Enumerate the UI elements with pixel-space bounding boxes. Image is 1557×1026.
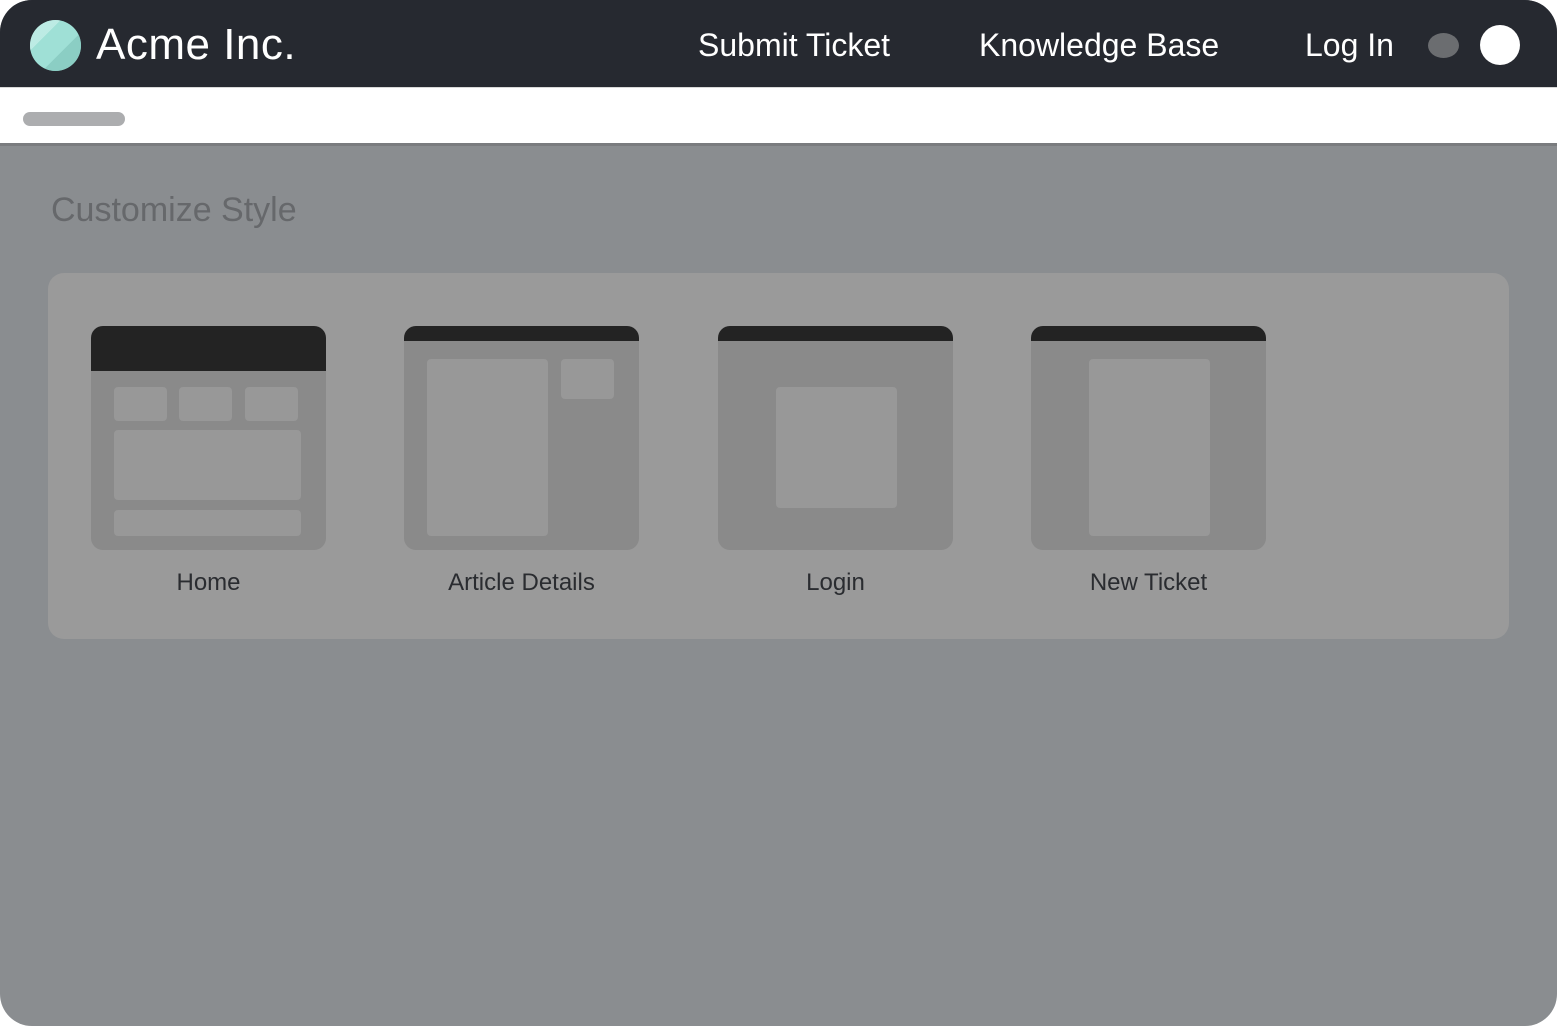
preview-block (114, 387, 167, 421)
preview-block (776, 387, 897, 508)
template-card-home[interactable]: Home (91, 326, 326, 598)
template-label: Article Details (448, 569, 595, 596)
avatar-icon[interactable] (1480, 25, 1520, 65)
app-window: Acme Inc. Submit Ticket Knowledge Base L… (0, 0, 1557, 1026)
nav-submit-ticket[interactable]: Submit Ticket (698, 24, 890, 66)
brand-name[interactable]: Acme Inc. (96, 17, 296, 73)
template-card-article-details[interactable]: Article Details (404, 326, 639, 598)
preview-header-bar (404, 326, 639, 341)
home-layout-preview-icon (91, 326, 326, 550)
brand-logo-icon[interactable] (30, 20, 81, 71)
top-navigation-bar: Acme Inc. Submit Ticket Knowledge Base L… (0, 0, 1557, 87)
preview-block (245, 387, 298, 421)
preview-block (561, 359, 614, 399)
template-label: Login (806, 569, 865, 596)
sub-header-bar (0, 87, 1557, 146)
preview-header-bar (1031, 326, 1266, 341)
nav-log-in[interactable]: Log In (1305, 24, 1394, 66)
nav-knowledge-base[interactable]: Knowledge Base (979, 24, 1219, 66)
template-label: New Ticket (1089, 569, 1208, 596)
template-card-login[interactable]: Login (718, 326, 953, 598)
template-panel: Home Article Details Login New Ticket (48, 273, 1509, 639)
preview-block (114, 430, 301, 500)
template-card-new-ticket[interactable]: New Ticket (1031, 326, 1266, 598)
preview-block (1089, 359, 1210, 536)
breadcrumb-placeholder (23, 112, 125, 126)
preview-block (179, 387, 232, 421)
logo-pattern (30, 20, 81, 71)
page-title: Customize Style (51, 191, 297, 229)
preview-block (427, 359, 548, 536)
preview-header-bar (91, 326, 326, 371)
template-label: Home (176, 569, 241, 596)
article-details-layout-preview-icon (404, 326, 639, 550)
new-ticket-layout-preview-icon (1031, 326, 1266, 550)
login-layout-preview-icon (718, 326, 953, 550)
preview-block (114, 510, 301, 536)
status-toggle-icon[interactable] (1428, 33, 1459, 58)
preview-header-bar (718, 326, 953, 341)
